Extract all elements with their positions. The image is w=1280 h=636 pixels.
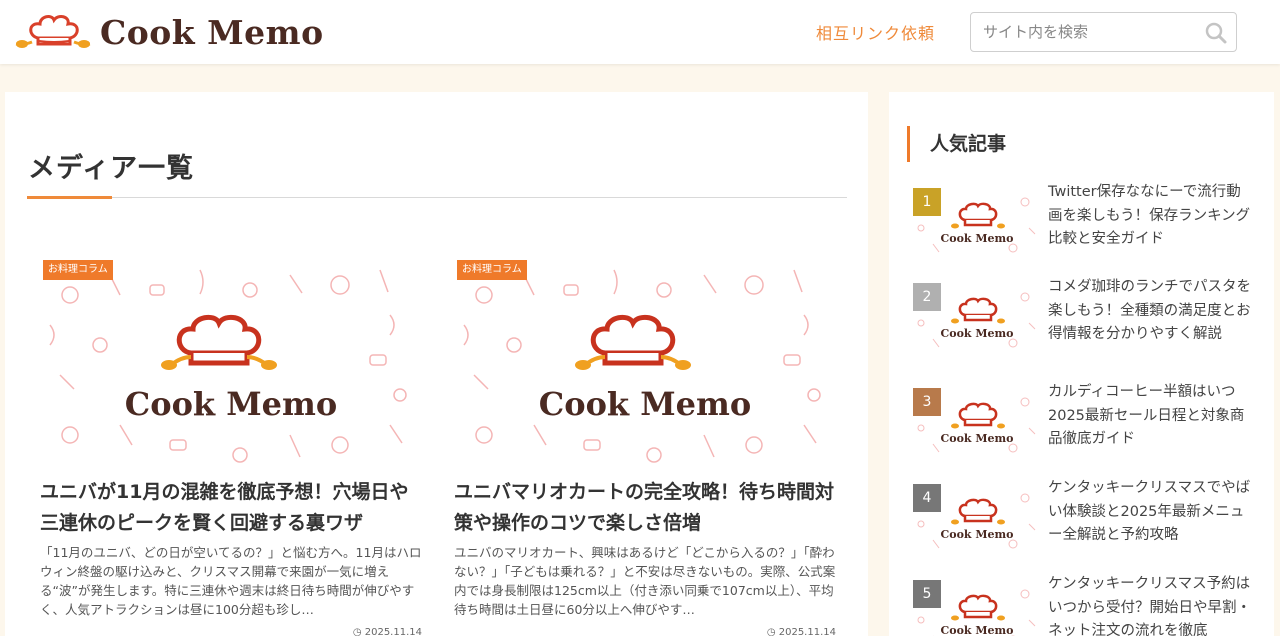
thumbnail-logo-text: Cook Memo [940,624,1013,636]
popular-article-item[interactable]: Cook Memo 3 カルディコーヒー半額はいつ2025最新セール日程と対象商品徹… [913,384,1253,468]
popular-article-title[interactable]: カルディコーヒー半額はいつ2025最新セール日程と対象商品徹底ガイド [1048,381,1253,452]
thumbnail-logo-text: Cook Memo [539,385,751,423]
article-date-text: 2025.11.14 [364,627,422,636]
site-search [970,12,1237,52]
chef-hat-icon [15,15,91,48]
mutual-link-request-link[interactable]: 相互リンク依頼 [816,20,935,44]
popular-article-title[interactable]: Twitter保存ななにーで流行動画を楽しもう！保存ランキング比較と安全ガイド [1048,181,1253,252]
article-date-text: 2025.11.14 [778,627,836,636]
popular-article-title[interactable]: コメダ珈琲のランチでパスタを楽しもう！全種類の満足度とお得情報を分かりやすく解説 [1048,276,1253,347]
popular-articles-heading: 人気記事 [907,126,1006,162]
rank-number-badge: 1 [913,188,941,216]
search-input[interactable] [971,13,1201,51]
site-logo-text: Cook Memo [100,12,324,52]
cook-memo-thumbnail-image: Cook Memo [454,255,836,471]
category-badge[interactable]: お料理コラム [43,260,113,280]
thumbnail-logo-text: Cook Memo [940,528,1013,541]
main-content: メディア一覧 Cook Memo お料理コラム ユニバが11月の混雑を徹底予想！… [5,92,868,636]
article-thumbnail[interactable]: Cook Memo お料理コラム [454,255,836,471]
title-divider-accent [27,196,112,199]
article-excerpt: 「11月のユニバ、どの日が空いてるの？」と悩む方へ。11月はハロウィン終盤の駆け… [40,545,422,617]
article-title[interactable]: ユニバマリオカートの完全攻略！待ち時間対策や操作のコツで楽しさ倍増 [454,477,836,539]
thumbnail-logo-text: Cook Memo [125,385,337,423]
popular-article-thumbnail[interactable]: Cook Memo 1 [913,188,1041,260]
popular-article-item[interactable]: Cook Memo 5 ケンタッキークリスマス予約はいつから受付？開始日や早割・ネッ… [913,576,1253,636]
rank-number-badge: 4 [913,484,941,512]
search-icon[interactable] [1204,21,1228,45]
article-date: ◷ 2025.11.14 [767,627,836,636]
site-header: Cook Memo 相互リンク依頼 [0,0,1280,64]
popular-article-item[interactable]: Cook Memo 4 ケンタッキークリスマスでやばい体験談と2025年最新メニュー… [913,480,1253,564]
article-title[interactable]: ユニバが11月の混雑を徹底予想！穴場日や三連休のピークを賢く回避する裏ワザ [40,477,422,539]
title-divider [27,197,847,198]
clock-icon: ◷ [766,627,779,636]
sidebar: 人気記事 Cook Memo 1 Twitter保存ななにーで流行動画を楽しもう！保… [889,92,1274,636]
clock-icon: ◷ [352,627,365,636]
popular-article-item[interactable]: Cook Memo 1 Twitter保存ななにーで流行動画を楽しもう！保存ランキン… [913,184,1253,268]
rank-number-badge: 5 [913,580,941,608]
popular-article-item[interactable]: Cook Memo 2 コメダ珈琲のランチでパスタを楽しもう！全種類の満足度とお得情… [913,279,1253,363]
article-thumbnail[interactable]: Cook Memo お料理コラム [40,255,422,471]
cook-memo-thumbnail-image: Cook Memo [40,255,422,471]
popular-article-thumbnail[interactable]: Cook Memo 3 [913,388,1041,460]
thumbnail-logo-text: Cook Memo [940,432,1013,445]
popular-article-title[interactable]: ケンタッキークリスマスでやばい体験談と2025年最新メニュー全解説と予約攻略 [1048,477,1253,548]
site-logo[interactable]: Cook Memo [14,8,324,56]
popular-article-title[interactable]: ケンタッキークリスマス予約はいつから受付？開始日や早割・ネット注文の流れを徹底 [1048,573,1253,636]
category-badge[interactable]: お料理コラム [457,260,527,280]
popular-article-thumbnail[interactable]: Cook Memo 2 [913,283,1041,355]
popular-article-thumbnail[interactable]: Cook Memo 5 [913,580,1041,636]
thumbnail-logo-text: Cook Memo [940,327,1013,340]
page-title: メディア一覧 [28,153,195,184]
thumbnail-logo-text: Cook Memo [940,232,1013,245]
rank-number-badge: 3 [913,388,941,416]
popular-article-thumbnail[interactable]: Cook Memo 4 [913,484,1041,556]
rank-number-badge: 2 [913,283,941,311]
article-date: ◷ 2025.11.14 [353,627,422,636]
article-excerpt: ユニバのマリオカート、興味はあるけど「どこから入るの？」「酔わない？」「子どもは… [454,545,836,617]
